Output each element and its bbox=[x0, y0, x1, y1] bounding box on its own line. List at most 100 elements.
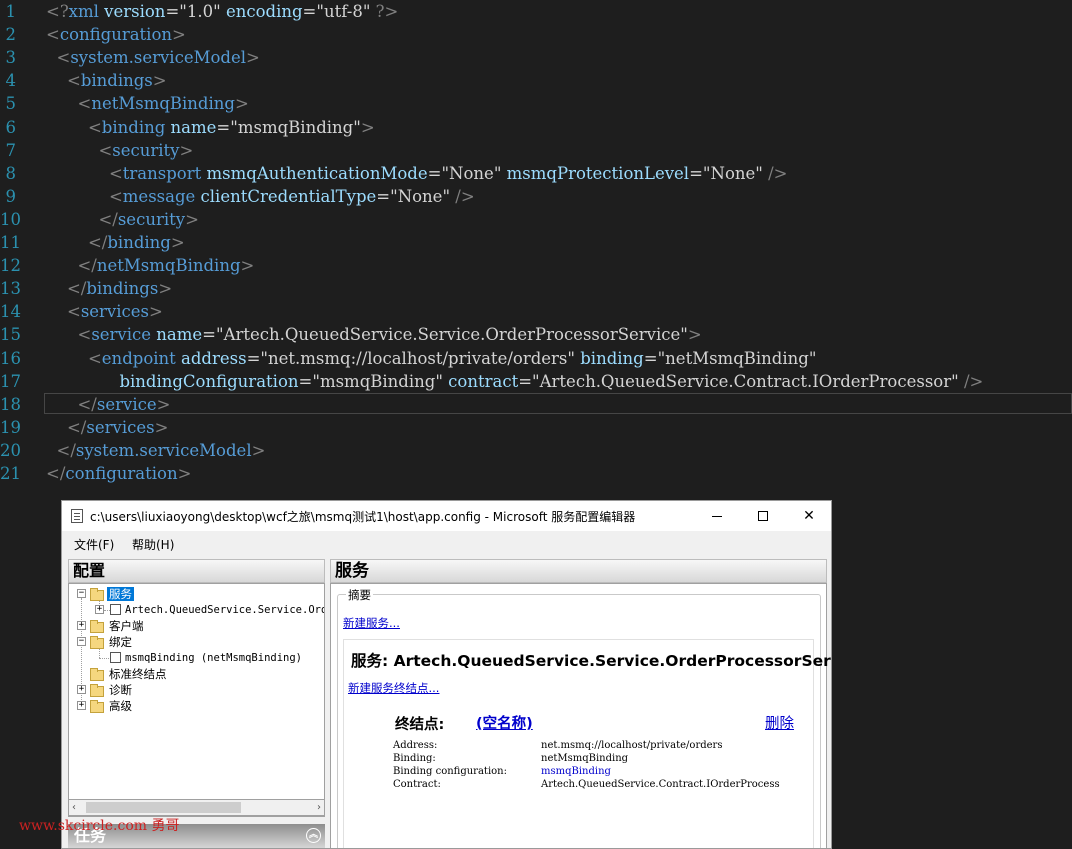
tree-node-services[interactable]: 服务 bbox=[107, 586, 134, 602]
expand-service-toggle[interactable]: + bbox=[95, 605, 104, 614]
code-token: </ bbox=[56, 440, 76, 460]
line-number: 5 bbox=[5, 94, 17, 114]
service-config-editor-window: c:\users\liuxiaoyong\desktop\wcf之旅\msmq测… bbox=[61, 500, 832, 849]
expand-diagnostics-toggle[interactable]: + bbox=[77, 685, 86, 694]
new-service-link[interactable]: 新建服务... bbox=[343, 615, 400, 631]
code-line[interactable]: 15 <service name="Artech.QueuedService.S… bbox=[0, 323, 1072, 346]
code-token: = bbox=[202, 325, 216, 345]
code-line[interactable]: 8 <transport msmqAuthenticationMode="Non… bbox=[0, 162, 1072, 185]
line-number: 10 bbox=[0, 209, 21, 229]
tree-node-service-item[interactable]: Artech.QueuedService.Service.OrderProces… bbox=[125, 602, 324, 618]
code-line[interactable]: 19 </services> bbox=[0, 416, 1072, 439]
menu-help[interactable]: 帮助(H) bbox=[132, 536, 174, 553]
xml-code-editor[interactable]: 1 <?xml version="1.0" encoding="utf-8" ?>… bbox=[0, 0, 1072, 500]
code-token: encoding bbox=[220, 2, 303, 21]
line-number: 16 bbox=[0, 348, 21, 368]
endpoint-name-link[interactable]: (空名称) bbox=[476, 712, 533, 733]
expand-advanced-toggle[interactable]: + bbox=[77, 701, 86, 710]
tree-node-client[interactable]: 客户端 bbox=[109, 618, 144, 634]
menu-file[interactable]: 文件(F) bbox=[74, 536, 114, 553]
code-token: msmqAuthenticationMode bbox=[201, 163, 428, 183]
collapse-bindings-toggle[interactable]: − bbox=[77, 637, 86, 646]
prop-value-contract: Artech.QueuedService.Contract.IOrderProc… bbox=[541, 779, 780, 790]
code-line[interactable]: 20 </system.serviceModel> bbox=[0, 439, 1072, 462]
code-token: < bbox=[108, 163, 123, 183]
code-token: msmqBinding bbox=[237, 117, 354, 137]
tree-node-diagnostics[interactable]: 诊断 bbox=[109, 682, 132, 698]
code-line[interactable]: 17 bindingConfiguration="msmqBinding" co… bbox=[0, 370, 1072, 393]
code-token: > bbox=[240, 256, 255, 276]
code-token: configuration bbox=[65, 464, 178, 483]
code-token: > bbox=[185, 209, 199, 229]
config-tree[interactable]: − 服务 + Artech.QueuedService.Service.Orde… bbox=[68, 583, 325, 817]
scroll-thumb[interactable] bbox=[86, 802, 241, 813]
line-number: 18 bbox=[0, 394, 21, 414]
prop-key-binding-configuration: Binding configuration: bbox=[393, 766, 507, 777]
tree-node-advanced[interactable]: 高级 bbox=[109, 698, 132, 714]
code-line[interactable]: 12 </netMsmqBinding> bbox=[0, 254, 1072, 277]
code-token: services bbox=[80, 302, 150, 322]
line-number: 12 bbox=[0, 256, 21, 276]
code-token: bindings bbox=[86, 279, 159, 299]
code-token: " bbox=[260, 348, 268, 368]
prop-value-binding-configuration-link[interactable]: msmqBinding bbox=[541, 766, 611, 777]
delete-endpoint-link[interactable]: 删除 bbox=[765, 712, 794, 733]
code-line[interactable]: 9 <message clientCredentialType="None" /… bbox=[0, 185, 1072, 208]
title-bar[interactable]: c:\users\liuxiaoyong\desktop\wcf之旅\msmq测… bbox=[62, 501, 831, 531]
code-token: < bbox=[66, 302, 81, 322]
scroll-left-icon[interactable]: ‹ bbox=[72, 802, 76, 813]
horizontal-scrollbar[interactable]: ‹ › bbox=[68, 799, 325, 816]
code-line[interactable]: 7 <security> bbox=[0, 139, 1072, 162]
collapse-services-toggle[interactable]: − bbox=[77, 589, 86, 598]
code-line[interactable]: 1 <?xml version="1.0" encoding="utf-8" ?> bbox=[0, 0, 1072, 23]
code-line[interactable]: 16 <endpoint address="net.msmq://localho… bbox=[0, 347, 1072, 370]
code-line[interactable]: 4 <bindings> bbox=[0, 69, 1072, 92]
minimize-button[interactable] bbox=[694, 501, 740, 531]
code-line[interactable]: 3 <system.serviceModel> bbox=[0, 46, 1072, 69]
code-line[interactable]: 18 </service> bbox=[0, 392, 1072, 416]
tree-node-standard-endpoints[interactable]: 标准终结点 bbox=[109, 666, 167, 682]
code-line[interactable]: 21 </configuration> bbox=[0, 462, 1072, 485]
scroll-right-icon[interactable]: › bbox=[317, 802, 321, 813]
code-line[interactable]: 6 <binding name="msmqBinding"> bbox=[0, 116, 1072, 139]
binding-icon bbox=[110, 652, 121, 663]
close-button[interactable]: ✕ bbox=[786, 501, 831, 531]
line-number: 14 bbox=[0, 302, 21, 322]
line-number: 15 bbox=[0, 325, 21, 345]
tree-node-binding-item[interactable]: msmqBinding (netMsmqBinding) bbox=[125, 650, 302, 666]
code-token: > bbox=[234, 94, 249, 114]
code-text: <configuration> bbox=[46, 23, 186, 46]
collapse-chevron-icon[interactable]: ︽ bbox=[306, 828, 321, 843]
window-title: c:\users\liuxiaoyong\desktop\wcf之旅\msmq测… bbox=[90, 510, 636, 524]
code-line[interactable]: 5 <netMsmqBinding> bbox=[0, 92, 1072, 115]
code-token: " bbox=[532, 371, 540, 391]
code-line[interactable]: 14 <services> bbox=[0, 300, 1072, 323]
code-token: xml bbox=[68, 2, 99, 21]
code-token: msmqBinding bbox=[319, 371, 436, 391]
code-line[interactable]: 13 </bindings> bbox=[0, 277, 1072, 300]
code-token: " bbox=[680, 325, 688, 345]
new-endpoint-link[interactable]: 新建服务终结点... bbox=[348, 680, 439, 696]
code-token: None bbox=[397, 186, 443, 206]
code-line[interactable]: 10 </security> bbox=[0, 208, 1072, 231]
code-text: </services> bbox=[46, 416, 168, 439]
code-line[interactable]: 2 <configuration> bbox=[0, 23, 1072, 46]
code-token: </ bbox=[87, 233, 108, 252]
code-text: <system.serviceModel> bbox=[46, 46, 260, 69]
prop-key-binding: Binding: bbox=[393, 753, 436, 764]
code-token: address bbox=[175, 348, 247, 368]
code-token: " bbox=[702, 163, 711, 183]
folder-icon bbox=[90, 620, 104, 633]
maximize-button[interactable] bbox=[740, 501, 786, 531]
code-token: " bbox=[213, 2, 221, 21]
code-token: </ bbox=[66, 417, 87, 437]
tree-node-bindings[interactable]: 绑定 bbox=[109, 634, 132, 650]
expand-client-toggle[interactable]: + bbox=[77, 621, 86, 630]
code-token: <? bbox=[46, 2, 69, 21]
code-token: > bbox=[360, 117, 375, 137]
code-text: <netMsmqBinding> bbox=[46, 92, 249, 115]
code-line[interactable]: 11 </binding> bbox=[0, 231, 1072, 254]
